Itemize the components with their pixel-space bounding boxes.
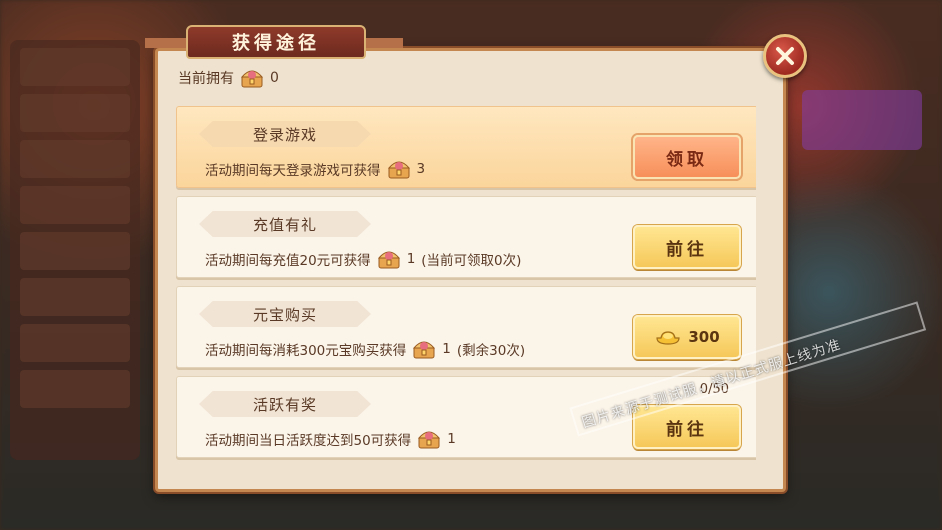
task-description: 活动期间每充值20元可获得 1 (当前可领取0次) [205, 247, 521, 271]
task-desc-suffix: (剩余30次) [456, 343, 526, 359]
treasure-chest-icon [412, 338, 436, 360]
gold-ingot-icon [654, 328, 682, 346]
task-card-login: 登录游戏 活动期间每天登录游戏可获得 3 领取 [176, 106, 756, 188]
task-title: 元宝购买 [199, 301, 371, 327]
task-reward-count: 1 [442, 341, 451, 357]
close-icon [776, 47, 794, 65]
title-wing-left [145, 38, 190, 48]
treasure-chest-icon [387, 158, 411, 180]
task-desc-suffix: (当前可领取0次) [421, 253, 522, 269]
task-card-active: 活跃有奖 活动期间当日活跃度达到50可获得 1 0/50 前往 [176, 376, 756, 458]
go-button-label: 前往 [666, 239, 708, 260]
task-card-purchase: 元宝购买 活动期间每消耗300元宝购买获得 1 (剩余30次) 300 [176, 286, 756, 368]
task-title: 登录游戏 [199, 121, 371, 147]
task-title: 活跃有奖 [199, 391, 371, 417]
claim-button[interactable]: 领取 [633, 135, 741, 179]
dialog-title-banner: 获得途径 [186, 25, 366, 59]
owned-count: 0 [270, 70, 279, 86]
task-desc-text: 活动期间每天登录游戏可获得 [205, 163, 381, 179]
task-progress: 0/50 [699, 382, 729, 397]
task-desc-text: 活动期间每充值20元可获得 [205, 253, 371, 269]
go-button[interactable]: 前往 [633, 225, 741, 269]
go-button[interactable]: 前往 [633, 405, 741, 449]
task-description: 活动期间每天登录游戏可获得 3 [205, 157, 425, 181]
task-title: 充值有礼 [199, 211, 371, 237]
task-description: 活动期间当日活跃度达到50可获得 1 [205, 427, 456, 451]
task-reward-count: 3 [416, 161, 426, 177]
close-button[interactable] [763, 34, 807, 78]
task-desc-text: 活动期间每消耗300元宝购买获得 [205, 343, 407, 359]
task-reward-count: 1 [447, 431, 456, 447]
background-sidebar [10, 40, 140, 460]
task-card-recharge: 充值有礼 活动期间每充值20元可获得 1 (当前可领取0次) 前往 [176, 196, 756, 278]
task-desc-text: 活动期间当日活跃度达到50可获得 [205, 433, 412, 449]
treasure-chest-icon [240, 67, 264, 89]
task-description: 活动期间每消耗300元宝购买获得 1 (剩余30次) [205, 337, 525, 361]
owned-label: 当前拥有 [178, 71, 234, 87]
buy-button[interactable]: 300 [633, 315, 741, 359]
go-button-label: 前往 [666, 419, 708, 440]
background-decoration [802, 90, 922, 150]
claim-button-label: 领取 [666, 149, 708, 170]
treasure-chest-icon [417, 428, 441, 450]
owned-row: 当前拥有 0 [178, 66, 279, 90]
task-reward-count: 1 [406, 251, 416, 267]
task-list[interactable]: 登录游戏 活动期间每天登录游戏可获得 3 领取 充值有礼 活动期间每充值20元可… [176, 106, 756, 464]
dialog-title: 获得途径 [232, 33, 320, 54]
treasure-chest-icon [377, 248, 401, 270]
buy-price: 300 [688, 328, 720, 346]
